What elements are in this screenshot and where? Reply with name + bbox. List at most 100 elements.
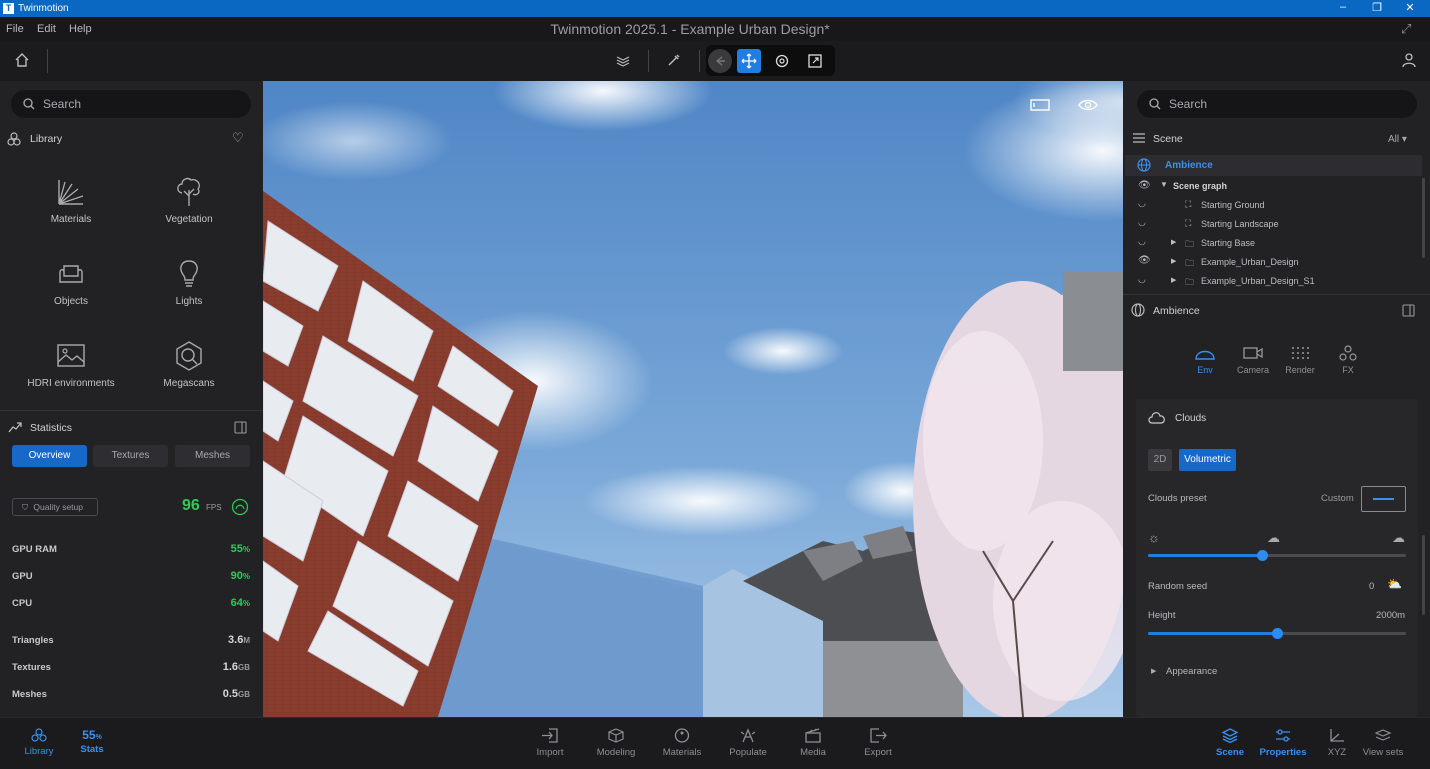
dock-properties[interactable]: Properties <box>1253 728 1313 758</box>
eye-closed-icon[interactable]: ◡ <box>1138 274 1146 285</box>
slider-knob[interactable] <box>1257 550 1268 561</box>
dock-view-sets[interactable]: View sets <box>1360 728 1406 758</box>
move-tool-icon[interactable] <box>737 49 761 73</box>
scrollbar[interactable] <box>1422 178 1425 258</box>
randomize-cloud-icon[interactable]: ⛅ <box>1387 577 1402 591</box>
camera-icon <box>1243 347 1263 359</box>
tab-camera[interactable]: Camera <box>1231 345 1275 375</box>
user-icon[interactable] <box>1397 48 1421 72</box>
favorites-heart-icon[interactable]: ♡ <box>232 130 244 146</box>
partly-cloudy-icon: ☁ <box>1267 530 1280 545</box>
height-slider[interactable] <box>1148 628 1406 639</box>
library-lights[interactable]: Lights <box>130 258 248 307</box>
fullscreen-icon[interactable]: ⤢ <box>1401 21 1411 37</box>
home-icon[interactable] <box>10 48 34 72</box>
chevron-right-icon[interactable]: ▶ <box>1151 667 1156 675</box>
chevron-right-icon[interactable]: ▶ <box>1171 238 1176 246</box>
dock-populate[interactable]: Populate <box>718 728 778 758</box>
chevron-down-icon[interactable]: ▼ <box>1160 180 1168 189</box>
eye-icon[interactable]: 👁 <box>1138 255 1151 266</box>
cloud-cover-slider[interactable] <box>1148 550 1406 561</box>
visibility-eye-icon[interactable] <box>1078 98 1098 112</box>
rotate-tool-icon[interactable] <box>770 49 794 73</box>
library-search-input[interactable]: Search <box>11 90 251 118</box>
menu-help[interactable]: Help <box>69 23 92 35</box>
restore-icon[interactable]: ❐ <box>1369 1 1385 14</box>
tab-fx[interactable]: FX <box>1326 345 1370 375</box>
eye-closed-icon[interactable]: ◡ <box>1138 217 1146 228</box>
clouds-title: Clouds <box>1175 413 1207 424</box>
panel-toggle-icon[interactable] <box>234 421 247 434</box>
mode-volumetric-button[interactable]: Volumetric <box>1179 449 1236 471</box>
dock-export[interactable]: Export <box>848 728 908 758</box>
tab-render[interactable]: Render <box>1278 345 1322 375</box>
library-item-label: Lights <box>175 296 203 307</box>
aspect-ratio-icon[interactable] <box>1030 98 1050 112</box>
mode-2d-button[interactable]: 2D <box>1148 449 1172 471</box>
dock-media[interactable]: Media <box>783 728 843 758</box>
menu-file[interactable]: File <box>6 23 24 35</box>
tree-item-scene-graph[interactable]: 👁 ▼ Scene graph <box>1125 177 1420 196</box>
height-value[interactable]: 2000m <box>1376 610 1405 621</box>
tree-item-starting-landscape[interactable]: ◡ ⛶ Starting Landscape <box>1125 215 1420 234</box>
fx-circles-icon <box>1339 345 1357 361</box>
chevron-right-icon[interactable]: ▶ <box>1171 276 1176 284</box>
dock-import[interactable]: Import <box>520 728 580 758</box>
close-icon[interactable]: ✕ <box>1402 1 1418 14</box>
dock-scene[interactable]: Scene <box>1200 728 1260 758</box>
tree-item-example-urban-design[interactable]: 👁 ▶ 🗀 Example_Urban_Design <box>1125 253 1420 272</box>
tab-env[interactable]: Env <box>1183 345 1227 375</box>
back-arrow-icon[interactable] <box>708 49 732 73</box>
dock-modeling[interactable]: Modeling <box>586 728 646 758</box>
chevron-down-icon: ▾ <box>1401 134 1407 145</box>
3d-viewport[interactable] <box>263 81 1123 717</box>
divider <box>648 50 649 72</box>
library-materials[interactable]: Materials <box>12 176 130 225</box>
dock-library[interactable]: Library <box>9 728 69 757</box>
eyedropper-icon[interactable] <box>662 48 686 72</box>
eye-icon[interactable]: 👁 <box>1138 180 1151 191</box>
dock-label: XYZ <box>1327 747 1347 758</box>
scrollbar[interactable] <box>1422 535 1425 615</box>
clear-sky-icon: ☼ <box>1148 530 1160 545</box>
stat-label: Textures <box>12 662 51 673</box>
menu-edit[interactable]: Edit <box>37 23 56 35</box>
slider-knob[interactable] <box>1272 628 1283 639</box>
library-item-label: HDRI environments <box>27 378 115 389</box>
dock-label: Materials <box>662 747 702 758</box>
random-seed-value[interactable]: 0 <box>1369 581 1374 592</box>
quality-setup-button[interactable]: ⛉ Quality setup <box>12 498 98 516</box>
appearance-section-toggle[interactable]: Appearance <box>1166 666 1217 677</box>
stat-value: 3.6 <box>228 634 244 646</box>
minimize-icon[interactable]: – <box>1335 1 1351 13</box>
tree-item-starting-ground[interactable]: ◡ ⛶ Starting Ground <box>1125 196 1420 215</box>
library-megascans[interactable]: Megascans <box>130 340 248 389</box>
eye-closed-icon[interactable]: ◡ <box>1138 198 1146 209</box>
dock-materials[interactable]: Materials <box>652 728 712 758</box>
dock-stats[interactable]: 55% Stats <box>62 728 122 755</box>
dock-label: Library <box>24 746 54 757</box>
layers-icon[interactable] <box>611 48 635 72</box>
scene-search-input[interactable]: Search <box>1137 90 1417 118</box>
globe-icon <box>1131 303 1145 317</box>
chevron-right-icon[interactable]: ▶ <box>1171 257 1176 265</box>
library-vegetation[interactable]: Vegetation <box>130 176 248 225</box>
clouds-preset-swatch[interactable] <box>1361 486 1406 512</box>
scene-filter-dropdown[interactable]: All ▾ <box>1388 134 1407 145</box>
library-objects[interactable]: Objects <box>12 258 130 307</box>
tree-item-label: Starting Landscape <box>1201 219 1279 229</box>
random-seed-label: Random seed <box>1148 581 1208 592</box>
library-hdri[interactable]: HDRI environments <box>12 340 130 389</box>
toolbar <box>0 41 1430 81</box>
panel-toggle-icon[interactable] <box>1402 304 1415 317</box>
scale-tool-icon[interactable] <box>803 49 827 73</box>
eye-closed-icon[interactable]: ◡ <box>1138 236 1146 247</box>
tree-item-starting-base[interactable]: ◡ ▶ 🗀 Starting Base <box>1125 234 1420 253</box>
tree-item-example-urban-design-s1[interactable]: ◡ ▶ 🗀 Example_Urban_Design_S1 <box>1125 272 1420 291</box>
stat-gpu: GPU 90% <box>12 570 250 582</box>
stat-label: CPU <box>12 598 33 609</box>
tab-overview[interactable]: Overview <box>12 445 87 467</box>
dock-xyz[interactable]: XYZ <box>1307 728 1367 758</box>
tab-meshes[interactable]: Meshes <box>175 445 250 467</box>
tab-textures[interactable]: Textures <box>93 445 168 467</box>
